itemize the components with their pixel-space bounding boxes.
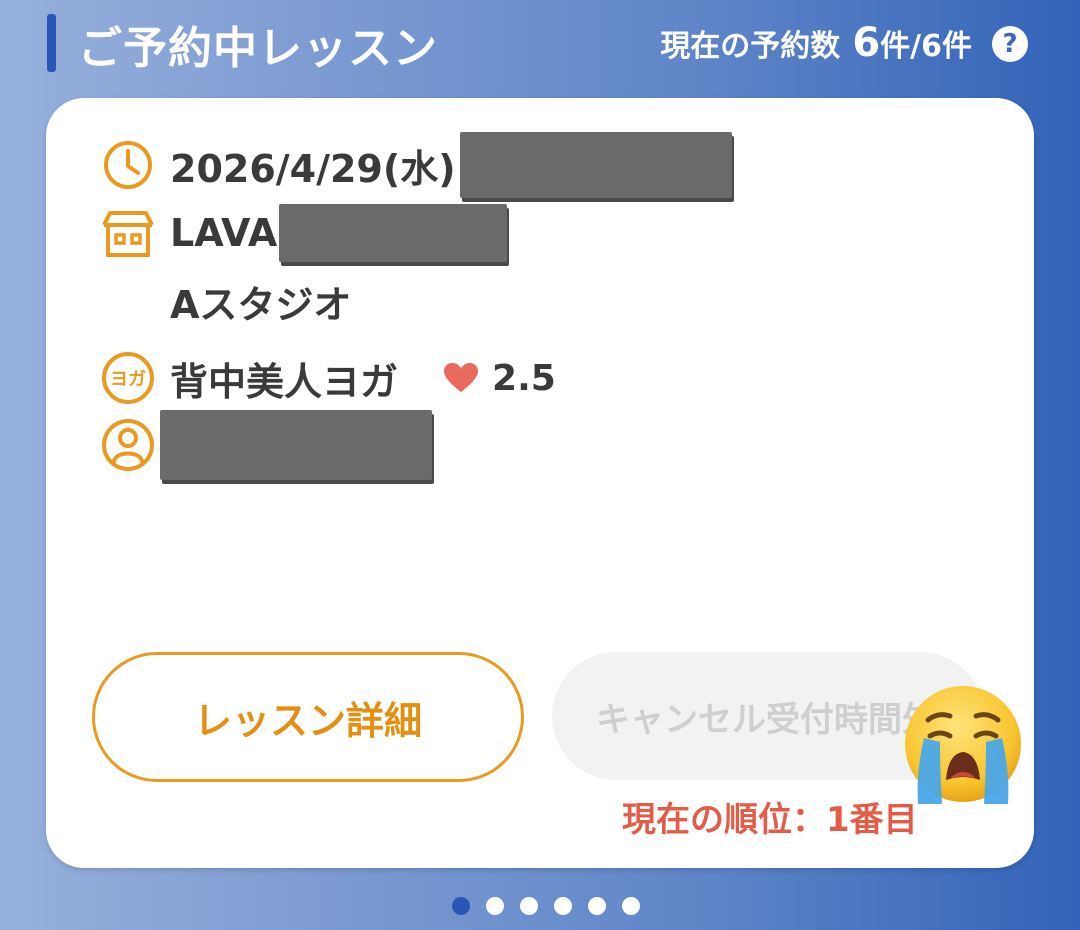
clock-icon	[104, 141, 152, 189]
reservation-count: 現在の予約数 6 件 /6件	[660, 20, 972, 66]
reservation-count-total: /6件	[910, 29, 972, 64]
lesson-date: 2026/4/29(水)	[170, 146, 456, 191]
section-title: ご予約中レッスン	[78, 23, 438, 74]
redacted-instructor-name	[160, 410, 432, 480]
lesson-card: 2026/4/29(水) LAVA Aスタジオ ヨガ 背中美人ヨガ 2.5 レッ…	[46, 98, 1034, 868]
title-accent-bar	[47, 14, 56, 72]
rating-value: 2.5	[492, 357, 556, 399]
studio-room-row: Aスタジオ	[170, 274, 351, 329]
waitlist-rank: 現在の順位：1番目	[622, 800, 918, 840]
redacted-studio-name	[279, 204, 508, 262]
pager-dot-2[interactable]	[486, 897, 504, 915]
reservation-count-unit: 件	[880, 29, 911, 64]
person-icon	[102, 419, 154, 471]
redacted-time	[459, 132, 732, 198]
intensity-rating: 2.5	[444, 358, 556, 399]
svg-text:ヨガ: ヨガ	[110, 369, 146, 390]
lesson-detail-button[interactable]: レッスン詳細	[92, 652, 524, 782]
pager-dot-3[interactable]	[520, 897, 538, 915]
heart-icon	[444, 363, 479, 392]
program-row: ヨガ 背中美人ヨガ 2.5	[100, 350, 556, 406]
reservation-count-current: 6	[852, 20, 881, 66]
reservation-count-label: 現在の予約数	[660, 29, 841, 64]
section-header: ご予約中レッスン 現在の予約数 6 件 /6件 ?	[0, 0, 1080, 95]
help-icon[interactable]: ?	[992, 26, 1028, 62]
pager-dots	[452, 897, 640, 915]
lesson-date-row: 2026/4/29(水)	[100, 132, 732, 198]
studio-row: LAVA	[100, 204, 508, 262]
pager-dot-6[interactable]	[622, 897, 640, 915]
store-icon	[102, 211, 154, 257]
program-name: 背中美人ヨガ	[170, 359, 399, 404]
pager-dot-5[interactable]	[588, 897, 606, 915]
pager-dot-4[interactable]	[554, 897, 572, 915]
pager-dot-1[interactable]	[452, 897, 470, 915]
studio-prefix: LAVA	[170, 211, 278, 255]
instructor-row	[100, 410, 432, 480]
yoga-badge-icon: ヨガ	[102, 352, 154, 404]
studio-room: Aスタジオ	[170, 283, 352, 327]
